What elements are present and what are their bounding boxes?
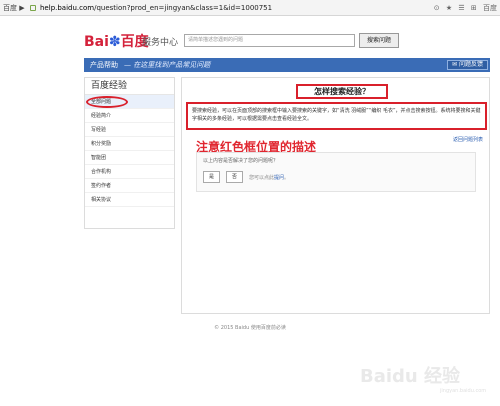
feedback-button[interactable]: ✉ 问题反馈 bbox=[447, 60, 488, 70]
sidebar: 百度经验 全部问题 经验简介 写经验 积分奖励 智能团 合作机构 签约作者 相关… bbox=[84, 77, 175, 229]
sidebar-item-partners[interactable]: 合作机构 bbox=[85, 165, 174, 179]
question-title: 怎样搜索经验？ bbox=[296, 84, 388, 99]
menu-icon[interactable]: ☰ bbox=[458, 4, 464, 12]
tab-indicator: 百度 ▶ bbox=[3, 4, 25, 12]
url-text[interactable]: help.baidu.com/question?prod_en=jingyan&… bbox=[40, 0, 272, 16]
sidebar-item-authors[interactable]: 签约作者 bbox=[85, 179, 174, 193]
product-help-link[interactable]: 产品帮助 bbox=[90, 58, 118, 72]
baidu-logo[interactable]: Bai✽百度 bbox=[84, 31, 149, 51]
nav-slogan: — 在这里找到产品常见问题 bbox=[124, 61, 211, 69]
footer: © 2015 Baidu 使用百度前必读 bbox=[214, 325, 286, 331]
ask-question-link[interactable]: 提问 bbox=[274, 175, 284, 181]
back-to-list-link[interactable]: 返回问题列表 bbox=[453, 136, 483, 143]
search-input[interactable]: 请简单描述您遇到的问题 bbox=[184, 34, 355, 47]
sidebar-item-agreements[interactable]: 相关协议 bbox=[85, 193, 174, 207]
no-button[interactable]: 否 bbox=[226, 171, 243, 183]
grid-icon[interactable]: ⊞ bbox=[471, 4, 477, 12]
helpful-box: 以上内容是否解决了您的问题呢？ 是 否 您可以点此提问。 bbox=[196, 152, 476, 192]
address-bar[interactable]: 百度 ▶ help.baidu.com/question?prod_en=jin… bbox=[0, 0, 500, 16]
yes-button[interactable]: 是 bbox=[203, 171, 220, 183]
sidebar-item-team[interactable]: 智能团 bbox=[85, 151, 174, 165]
site-header: Bai✽百度 服务中心 请简单描述您遇到的问题 搜索问题 bbox=[84, 28, 484, 58]
nav-bar: 产品帮助 — 在这里找到产品常见问题 ✉ 问题反馈 bbox=[84, 58, 490, 72]
sidebar-item-all-questions[interactable]: 全部问题 bbox=[85, 95, 174, 109]
sidebar-item-intro[interactable]: 经验简介 bbox=[85, 109, 174, 123]
star-icon[interactable]: ★ bbox=[446, 4, 452, 12]
lock-icon bbox=[30, 5, 36, 11]
watermark-url: jingyan.baidu.com bbox=[440, 388, 487, 394]
red-highlight-oval bbox=[86, 96, 128, 108]
browser-toolbar-icons: ⊙ ★ ☰ ⊞ 百度 bbox=[430, 0, 497, 16]
sidebar-item-write[interactable]: 写经验 bbox=[85, 123, 174, 137]
helpful-question: 以上内容是否解决了您的问题呢？ bbox=[203, 158, 279, 164]
service-center-label: 服务中心 bbox=[142, 38, 179, 48]
refresh-icon[interactable]: ⊙ bbox=[434, 4, 440, 12]
ask-prompt: 您可以点此提问。 bbox=[249, 175, 290, 181]
question-panel: 怎样搜索经验？ 要搜索经验，可以在页面顶部的搜索框中输入要搜索的关键字，如“清洗… bbox=[181, 77, 490, 314]
paw-icon: ✽ bbox=[108, 34, 121, 50]
main-area: 百度经验 全部问题 经验简介 写经验 积分奖励 智能团 合作机构 签约作者 相关… bbox=[84, 77, 490, 314]
search-button[interactable]: 搜索问题 bbox=[359, 33, 399, 48]
sidebar-title: 百度经验 bbox=[85, 78, 174, 95]
search-engine-label[interactable]: 百度 bbox=[483, 4, 497, 12]
sidebar-item-points[interactable]: 积分奖励 bbox=[85, 137, 174, 151]
answer-text: 要搜索经验，可以在页面顶部的搜索框中输入要搜索的关键字，如“清洗 羽绒服”“编织… bbox=[186, 102, 487, 130]
baidu-jingyan-watermark: Baidu 经验 bbox=[360, 366, 461, 387]
